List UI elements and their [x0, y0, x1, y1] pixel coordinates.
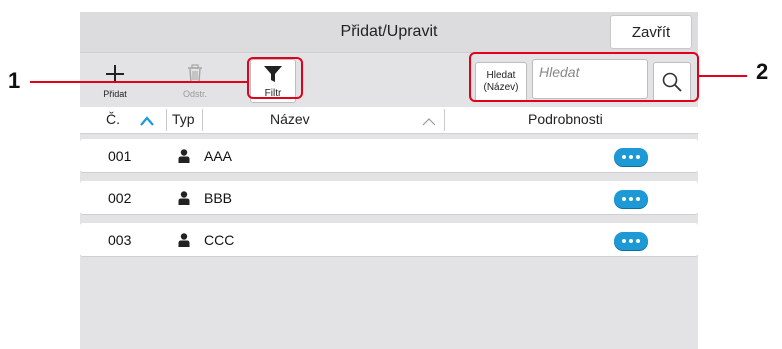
- title-bar: Přidat/Upravit Zavřít: [80, 12, 698, 53]
- row-name: CCC: [204, 232, 235, 248]
- table-row[interactable]: 001 AAA: [80, 139, 698, 173]
- row-number: 002: [108, 190, 132, 206]
- callout-line-2: [699, 75, 747, 77]
- callout-number-1: 1: [8, 68, 21, 93]
- delete-button[interactable]: Odstr.: [172, 57, 218, 101]
- person-icon: [178, 233, 190, 247]
- add-button[interactable]: Přidat: [92, 57, 138, 101]
- sort-ascending-icon[interactable]: [140, 116, 154, 126]
- callout-line-1: [30, 81, 248, 83]
- callout-number-2: 2: [756, 59, 769, 84]
- column-name[interactable]: Název: [270, 107, 310, 133]
- column-number[interactable]: Č.: [106, 107, 120, 133]
- table-row[interactable]: 002 BBB: [80, 181, 698, 215]
- table-row[interactable]: 003 CCC: [80, 223, 698, 257]
- window-title: Přidat/Upravit: [340, 23, 438, 40]
- person-icon: [178, 149, 190, 163]
- sort-indicator-icon[interactable]: [422, 117, 436, 126]
- delete-label: Odstr.: [182, 89, 207, 99]
- row-number: 003: [108, 232, 132, 248]
- details-button[interactable]: [614, 148, 648, 166]
- details-button[interactable]: [614, 232, 648, 250]
- column-type[interactable]: Typ: [172, 107, 195, 133]
- add-label: Přidat: [103, 89, 127, 99]
- details-button[interactable]: [614, 190, 648, 208]
- close-button[interactable]: Zavřít: [610, 15, 692, 49]
- table-header: Č. Typ Název Podrobnosti: [80, 107, 698, 134]
- column-details: Podrobnosti: [528, 111, 603, 127]
- callout-box-filter: [247, 57, 303, 99]
- row-name: BBB: [204, 190, 233, 206]
- callout-box-search: [469, 52, 699, 102]
- person-icon: [178, 191, 190, 205]
- row-number: 001: [108, 148, 132, 164]
- row-name: AAA: [204, 148, 233, 164]
